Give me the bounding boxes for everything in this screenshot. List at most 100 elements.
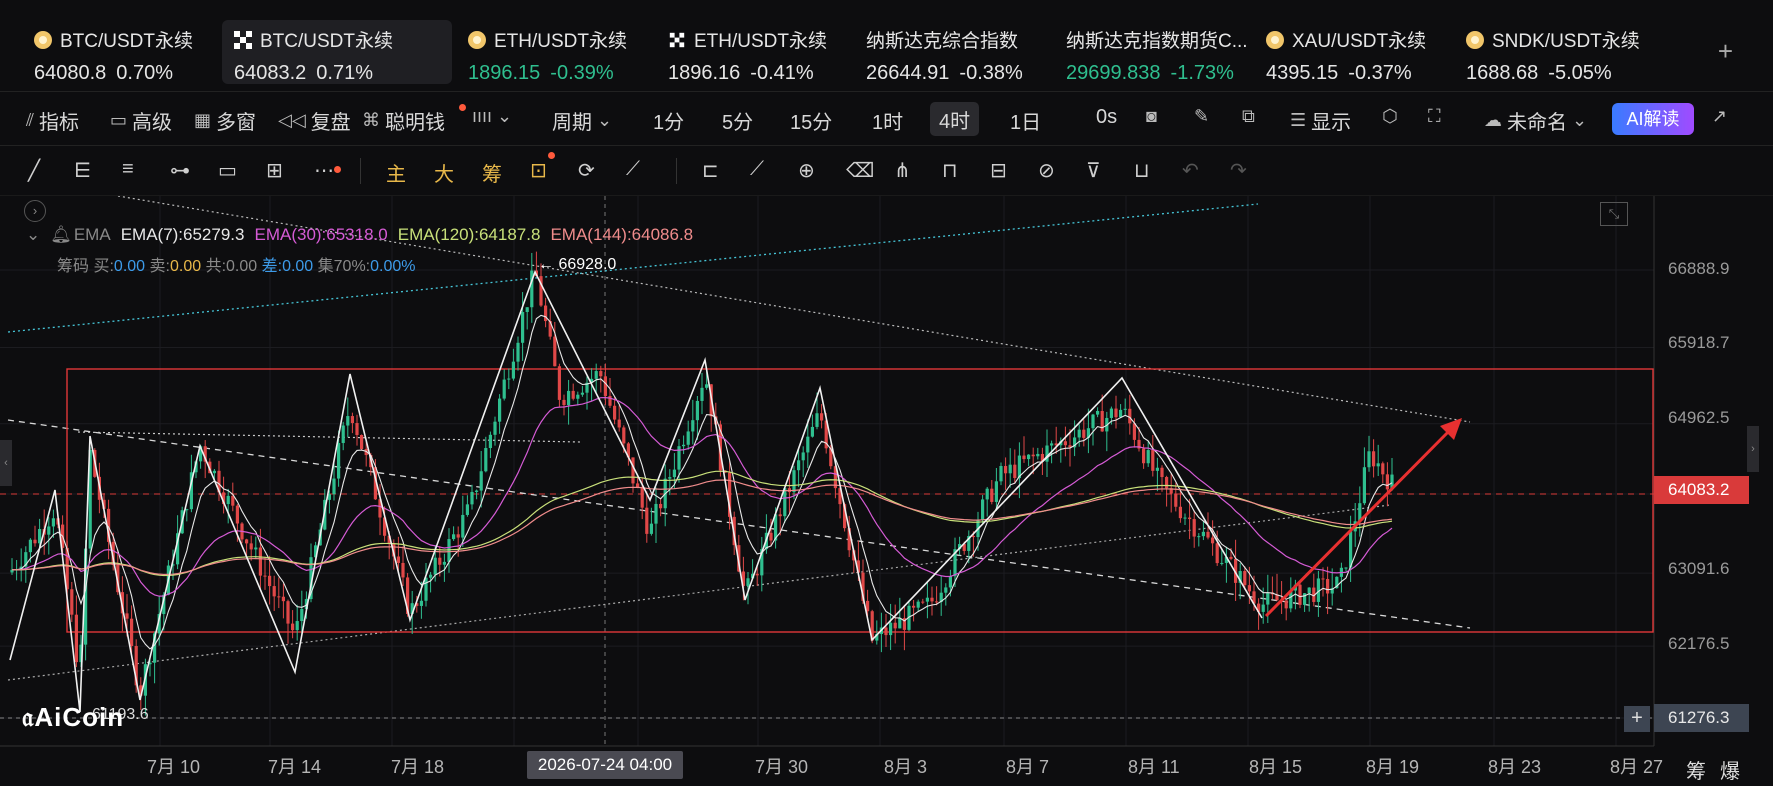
candle-body xyxy=(921,601,925,603)
camera-icon[interactable]: ◙ xyxy=(1146,106,1157,127)
ticker-name: ETH/USDT永续 xyxy=(494,31,628,52)
interval-1d[interactable]: 1日 xyxy=(1010,106,1041,135)
candle-body xyxy=(258,547,262,576)
liquidation-side-button[interactable]: 爆 xyxy=(1720,755,1740,784)
pen-icon[interactable]: ✎ xyxy=(1194,106,1209,127)
ticker-nasdaq-composite[interactable]: 纳斯达克综合指数 26644.91 -0.38% xyxy=(854,20,1044,84)
candle-body xyxy=(1008,464,1012,474)
trendline-tool-icon[interactable]: ╱ xyxy=(28,158,40,183)
ticker-xau-usdt-perp[interactable]: XAU/USDT永续 4395.15 -0.37% xyxy=(1254,20,1444,84)
redo-icon[interactable]: ↷ xyxy=(1230,158,1247,183)
add-alert-icon[interactable]: + xyxy=(1624,706,1650,732)
bookmark-icon[interactable]: ⊏ xyxy=(702,158,719,183)
trash-icon[interactable]: ⊔ xyxy=(1134,158,1150,183)
aicoin-logo: 𝔞AiCoin xyxy=(22,702,124,734)
lock-icon[interactable]: ⊓ xyxy=(942,158,958,183)
candle-body xyxy=(493,421,497,435)
link-icon[interactable]: ⊘ xyxy=(1038,158,1055,183)
candle-body xyxy=(1119,409,1123,418)
settings-icon[interactable]: ⬡ xyxy=(1382,106,1398,127)
collapse-legend-icon[interactable]: ⌄ xyxy=(26,225,40,245)
candle-body xyxy=(502,379,506,399)
ticker-eth-usdt-perp-2[interactable]: ETH/USDT永续 1896.16 -0.41% xyxy=(656,20,846,84)
indicators-button[interactable]: ⫽ 指标 xyxy=(26,106,79,135)
main-chart-button[interactable]: 主 xyxy=(386,158,406,187)
measure-icon[interactable]: ⟋ xyxy=(626,158,640,181)
rectangle-tool-icon[interactable]: ▭ xyxy=(218,158,237,183)
right-panel-toggle-icon[interactable]: › xyxy=(1747,426,1759,472)
buy-label: 买: xyxy=(93,258,114,275)
interval-5m[interactable]: 5分 xyxy=(722,106,753,135)
interval-1h[interactable]: 1时 xyxy=(872,106,903,135)
ticker-nasdaq-futures[interactable]: 纳斯达克指数期货C... 29699.838 -1.73% xyxy=(1054,20,1254,84)
peak-price-label: ← 66928.0 xyxy=(538,256,617,273)
new-window-icon[interactable]: ⧉ xyxy=(1242,106,1255,127)
ruler-tool-icon[interactable]: ⊞ xyxy=(266,158,283,183)
collapse-icon[interactable]: ⤡ xyxy=(1600,202,1628,226)
interval-15m[interactable]: 15分 xyxy=(790,106,832,135)
smart-money-button[interactable]: ⌘ 聪明钱 xyxy=(362,106,445,135)
layout-name-dropdown[interactable]: ☁ 未命名 ⌄ xyxy=(1484,106,1587,135)
more-shapes-tool-icon[interactable]: ⋯ xyxy=(314,158,334,183)
ticker-change: -1.73% xyxy=(1170,62,1234,84)
ticker-eth-usdt-perp-1[interactable]: ETH/USDT永续 1896.15 -0.39% xyxy=(456,20,646,84)
smart-money-label: 聪明钱 xyxy=(385,112,445,134)
candle-body xyxy=(1114,408,1118,418)
eraser-icon[interactable]: ⌫ xyxy=(846,158,874,183)
parallel-channel-tool-icon[interactable]: ⋿ xyxy=(74,158,91,183)
candle-body xyxy=(999,466,1003,482)
bell-icon[interactable]: 🔔︎ xyxy=(50,225,72,245)
undo-icon[interactable]: ↶ xyxy=(1182,158,1199,183)
period-dropdown[interactable]: 周期 ⌄ xyxy=(552,106,612,135)
fullscreen-icon[interactable]: ⛶ xyxy=(1428,106,1441,127)
zoom-in-icon[interactable]: ⊕ xyxy=(798,158,815,183)
magnet-icon[interactable]: ⋔ xyxy=(894,158,911,183)
multi-window-button[interactable]: ▦ 多窗 xyxy=(194,106,256,135)
x-tick: 8月 15 xyxy=(1249,757,1303,777)
hover-price-tag: 61276.3 xyxy=(1654,704,1749,732)
ticker-btc-usdt-perp-2[interactable]: BTC/USDT永续 64083.2 0.71% xyxy=(222,20,452,84)
ruler-icon[interactable]: ⟋ xyxy=(750,158,764,181)
edit-drawings-icon[interactable]: ⊟ xyxy=(990,158,1007,183)
candle-body xyxy=(401,562,405,578)
chips-button[interactable]: 筹 xyxy=(482,158,502,187)
candle-body xyxy=(341,425,345,444)
gold-coin-icon xyxy=(1466,30,1484,49)
candle-body xyxy=(286,601,290,624)
candle-body xyxy=(557,366,561,400)
advanced-button[interactable]: ▭ 高级 xyxy=(110,106,172,135)
ticker-btc-usdt-perp-1[interactable]: BTC/USDT永续 64080.8 0.70% xyxy=(22,20,212,84)
candle-body xyxy=(613,405,617,420)
horizontal-lines-tool-icon[interactable]: ≡ xyxy=(122,158,134,181)
left-panel-toggle-icon[interactable]: ‹ xyxy=(0,440,12,486)
candle-body xyxy=(1381,463,1385,475)
candle-body xyxy=(254,547,258,550)
okx-icon xyxy=(234,30,252,49)
display-button[interactable]: ☰ 显示 xyxy=(1290,106,1351,135)
sync-drawing-icon[interactable]: ⟳ xyxy=(578,158,595,183)
candle-body xyxy=(350,416,354,424)
liquidation-map-icon[interactable]: ⊡ xyxy=(530,158,547,183)
add-tab-icon[interactable]: + xyxy=(1718,36,1733,67)
chips-side-button[interactable]: 筹 xyxy=(1686,755,1706,784)
candle-body xyxy=(599,371,603,377)
candle-body xyxy=(1197,536,1201,538)
big-order-button[interactable]: 大 xyxy=(434,158,454,187)
candle-body xyxy=(507,378,511,380)
candle-body xyxy=(1243,571,1247,586)
price-chart[interactable] xyxy=(0,196,1773,786)
ai-analysis-button[interactable]: AI解读 xyxy=(1612,103,1694,135)
replay-button[interactable]: ◁◁ 复盘 xyxy=(278,106,351,135)
candle-body xyxy=(1349,531,1353,568)
ticker-sndk-usdt-perp[interactable]: SNDK/USDT永续 1688.68 -5.05% xyxy=(1454,20,1644,84)
more-tools-button[interactable]: ıııı ⌄ xyxy=(472,106,512,127)
horizontal-ray-tool-icon[interactable]: ⊶ xyxy=(170,158,190,183)
candle-body xyxy=(1376,463,1380,467)
share-icon[interactable]: ↗ xyxy=(1712,106,1727,127)
filter-icon[interactable]: ⊽ xyxy=(1086,158,1101,183)
interval-4h[interactable]: 4时 xyxy=(930,102,980,136)
ema-label: EMA xyxy=(73,225,111,244)
y-tick: 66888.9 xyxy=(1668,259,1730,278)
chevron-right-icon[interactable]: › xyxy=(24,200,46,222)
interval-1m[interactable]: 1分 xyxy=(653,106,684,135)
